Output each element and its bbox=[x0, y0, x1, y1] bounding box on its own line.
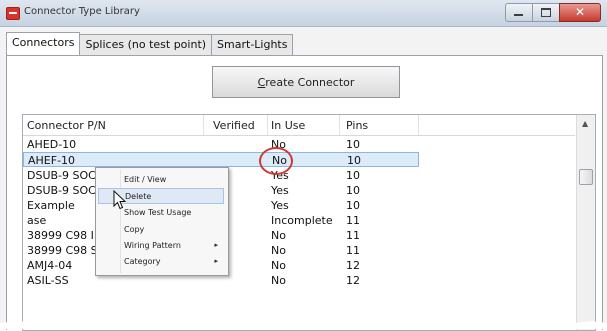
column-divider[interactable] bbox=[203, 115, 204, 135]
cell-pn: AHED-10 bbox=[27, 138, 77, 151]
tab-strip: Connectors Splices (no test point) Smart… bbox=[6, 32, 294, 56]
maximize-icon bbox=[541, 8, 551, 17]
menu-item-label: Category bbox=[124, 257, 161, 266]
cell-pins: 10 bbox=[346, 184, 360, 197]
cell-pins: 10 bbox=[346, 199, 360, 212]
cell-pn: ASIL-SS bbox=[27, 274, 69, 287]
table-row-selected[interactable]: AHEF-10 No 10 bbox=[23, 152, 419, 167]
tab-splices[interactable]: Splices (no test point) bbox=[79, 34, 213, 55]
cell-pn: DSUB-9 SOC bbox=[27, 169, 96, 182]
create-connector-label: reate Connector bbox=[265, 76, 355, 89]
cell-pn: AMJ4-04 bbox=[27, 259, 73, 272]
submenu-arrow-icon: ▸ bbox=[214, 257, 218, 265]
menu-item-label: Show Test Usage bbox=[124, 208, 192, 217]
menu-item-label: Edit / View bbox=[124, 175, 167, 184]
title-bar[interactable]: Connector Type Library ✕ bbox=[0, 0, 607, 27]
scroll-thumb[interactable] bbox=[579, 169, 593, 185]
cell-pn: 38999 C98 I bbox=[27, 229, 94, 242]
column-header-pn[interactable]: Connector P/N bbox=[27, 119, 106, 132]
cell-in-use: No bbox=[271, 259, 286, 272]
cell-pins: 11 bbox=[346, 229, 360, 242]
mouse-pointer-icon bbox=[113, 190, 127, 210]
menu-item-label: Delete bbox=[125, 192, 152, 201]
cell-pn: ase bbox=[27, 214, 47, 227]
menu-item-label: Wiring Pattern bbox=[124, 241, 181, 250]
menu-item-label: Copy bbox=[124, 225, 145, 234]
cell-pins: 10 bbox=[346, 169, 360, 182]
cell-in-use: No bbox=[271, 244, 286, 257]
cell-in-use: Yes bbox=[271, 199, 289, 212]
scroll-up-icon[interactable]: ▲ bbox=[582, 119, 588, 128]
minimize-button[interactable] bbox=[505, 3, 532, 22]
connector-type-library-window: Connector Type Library ✕ Connectors Spli… bbox=[0, 0, 607, 331]
maximize-button[interactable] bbox=[532, 3, 559, 22]
vertical-scrollbar[interactable]: ▲ bbox=[576, 115, 595, 330]
menu-item-category[interactable]: Category ▸ bbox=[98, 254, 224, 270]
close-button[interactable]: ✕ bbox=[559, 3, 601, 22]
close-icon: ✕ bbox=[574, 5, 586, 19]
app-icon bbox=[6, 7, 20, 20]
column-header-pins[interactable]: Pins bbox=[346, 119, 368, 132]
menu-item-wiring-pattern[interactable]: Wiring Pattern ▸ bbox=[98, 238, 224, 254]
menu-item-edit-view[interactable]: Edit / View bbox=[98, 172, 224, 188]
cell-in-use: No bbox=[271, 274, 286, 287]
column-header-in-use[interactable]: In Use bbox=[271, 119, 305, 132]
cell-pn: DSUB-9 SOC bbox=[27, 184, 96, 197]
menu-item-copy[interactable]: Copy bbox=[98, 222, 224, 238]
cell-pn: Example bbox=[27, 199, 75, 212]
window-title: Connector Type Library bbox=[24, 6, 140, 17]
context-menu: Edit / View Delete Show Test Usage Copy … bbox=[95, 167, 229, 276]
column-header-verified[interactable]: Verified bbox=[213, 119, 255, 132]
in-use-highlight-circle bbox=[259, 147, 293, 175]
tab-connectors[interactable]: Connectors bbox=[6, 32, 81, 55]
submenu-arrow-icon: ▸ bbox=[214, 241, 218, 249]
torn-edge bbox=[0, 320, 607, 329]
column-divider[interactable] bbox=[267, 115, 268, 135]
cell-pins: 11 bbox=[346, 214, 360, 227]
list-header: Connector P/N Verified In Use Pins bbox=[23, 115, 575, 136]
tab-smart-lights[interactable]: Smart-Lights bbox=[211, 34, 294, 55]
cell-in-use: Incomplete bbox=[271, 214, 333, 227]
cell-pins: 11 bbox=[346, 244, 360, 257]
cell-pn: AHEF-10 bbox=[28, 154, 76, 167]
window-controls: ✕ bbox=[505, 3, 601, 22]
table-row[interactable]: AHED-10 No 10 bbox=[23, 137, 575, 152]
minimize-icon bbox=[514, 14, 523, 16]
cell-pins: 12 bbox=[346, 259, 360, 272]
cell-pins: 10 bbox=[347, 154, 361, 167]
column-divider[interactable] bbox=[339, 115, 340, 135]
cell-in-use: No bbox=[271, 229, 286, 242]
cell-in-use: Yes bbox=[271, 184, 289, 197]
cell-pins: 10 bbox=[346, 138, 360, 151]
column-divider[interactable] bbox=[418, 115, 419, 135]
cell-pins: 12 bbox=[346, 274, 360, 287]
create-connector-button[interactable]: Create Connector bbox=[212, 66, 400, 98]
